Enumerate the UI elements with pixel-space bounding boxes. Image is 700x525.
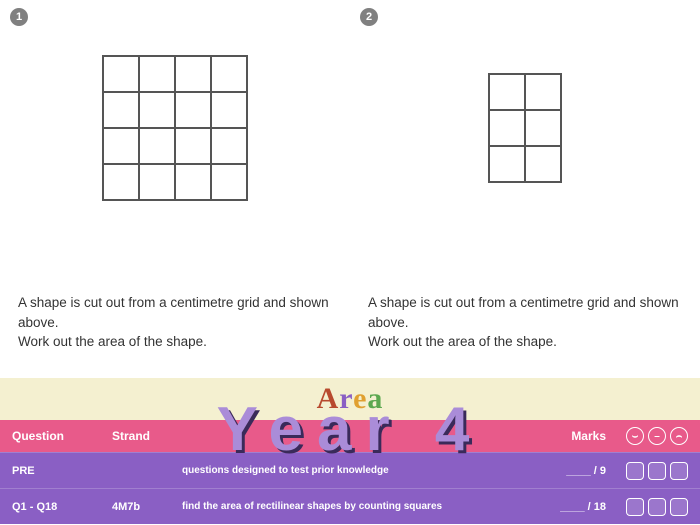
problem-2: 2 A shape is cut out from a centimetre g… — [350, 0, 700, 378]
problem-1: 1 A shape is cut out from a centimetre g… — [0, 0, 350, 378]
header-marks: Marks — [546, 429, 616, 443]
cell-strand: 4M7b — [112, 501, 182, 513]
mark-box[interactable] — [648, 462, 666, 480]
title-banner: Area — [0, 378, 700, 420]
cell-marks: ____ / 9 — [546, 465, 616, 477]
mark-box[interactable] — [648, 498, 666, 516]
table-row: Q1 - Q18 4M7b find the area of rectiline… — [0, 488, 700, 524]
problems-row: 1 A shape is cut out from a centimetre g… — [0, 0, 700, 378]
smile-icon: ⌣ — [626, 427, 644, 445]
cell-desc: find the area of rectilinear shapes by c… — [182, 501, 546, 512]
cell-marks: ____ / 18 — [546, 501, 616, 513]
area-title: Area — [317, 382, 384, 416]
neutral-icon: – — [648, 427, 666, 445]
question-number-badge: 2 — [360, 8, 378, 26]
table-header: Question Strand Marks ⌣ – ⌢ — [0, 420, 700, 452]
question-number-badge: 1 — [10, 8, 28, 26]
header-strand: Strand — [112, 429, 182, 443]
shape-area-2 — [368, 18, 682, 238]
marks-table: Year 4 Question Strand Marks ⌣ – ⌢ PRE q… — [0, 420, 700, 524]
mark-box[interactable] — [626, 462, 644, 480]
mark-box[interactable] — [670, 498, 688, 516]
frown-icon: ⌢ — [670, 427, 688, 445]
grid-2x3 — [488, 73, 562, 183]
question-text-2: A shape is cut out from a centimetre gri… — [368, 293, 682, 352]
header-faces: ⌣ – ⌢ — [616, 427, 688, 445]
table-row: PRE questions designed to test prior kno… — [0, 452, 700, 488]
header-question: Question — [12, 429, 112, 443]
mark-box[interactable] — [670, 462, 688, 480]
question-text-1: A shape is cut out from a centimetre gri… — [18, 293, 332, 352]
grid-4x4 — [102, 55, 248, 201]
mark-box[interactable] — [626, 498, 644, 516]
shape-area-1 — [18, 18, 332, 238]
cell-desc: questions designed to test prior knowled… — [182, 465, 546, 476]
cell-question: PRE — [12, 465, 112, 477]
cell-question: Q1 - Q18 — [12, 501, 112, 513]
